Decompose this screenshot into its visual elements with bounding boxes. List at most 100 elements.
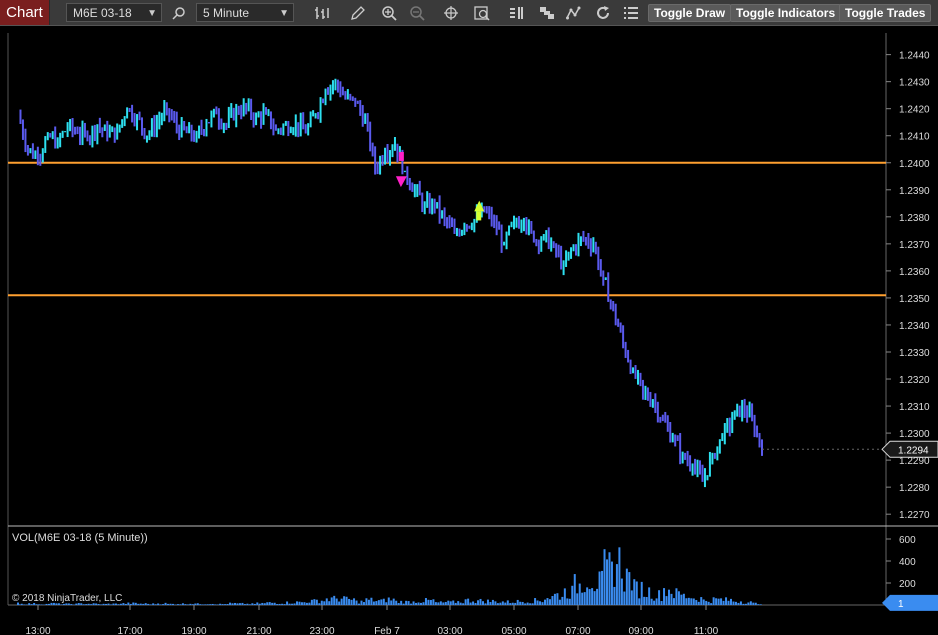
volume-bar	[717, 598, 720, 605]
strategies-icon[interactable]	[565, 4, 583, 22]
instrument-value: M6E 03-18	[73, 6, 132, 20]
volume-bar	[221, 604, 224, 605]
volume-bar	[216, 604, 219, 605]
volume-bar	[444, 601, 447, 605]
volume-bar	[511, 602, 514, 605]
volume-bar	[705, 600, 708, 605]
chart-trader-icon[interactable]	[508, 4, 526, 22]
volume-bar	[129, 603, 132, 605]
volume-bar	[234, 602, 236, 605]
volume-bar	[375, 601, 378, 605]
volume-bar	[377, 600, 380, 605]
time-axis[interactable]: 13:00 17:00 19:00 21:00 23:00 Feb 7 03:00 05:00…	[25, 605, 719, 635]
volume-bar	[615, 564, 618, 605]
interval-selector[interactable]: 5 Minute ▼	[196, 3, 294, 22]
volume-bar	[248, 604, 251, 605]
volume-bar	[606, 559, 608, 605]
crosshair-icon[interactable]	[442, 4, 460, 22]
volume-bar	[707, 601, 710, 605]
volume-bar	[623, 591, 626, 605]
volume-bar	[601, 570, 604, 605]
volume-bar	[710, 603, 713, 605]
chart-tab[interactable]: Chart	[0, 0, 50, 25]
zoom-in-icon[interactable]	[380, 4, 398, 22]
volume-bar	[578, 583, 581, 605]
volume-bar	[97, 603, 100, 605]
volume-tick-label: 400	[899, 557, 916, 568]
volume-bar	[298, 601, 301, 605]
volume-bar	[437, 602, 440, 605]
volume-bar	[147, 603, 150, 605]
volume-bar	[749, 601, 752, 605]
volume-bar	[345, 596, 348, 605]
volume-bar	[593, 591, 596, 605]
volume-bar	[568, 598, 571, 605]
volume-bar	[358, 603, 360, 605]
volume-bar	[603, 549, 606, 605]
volume-bar	[563, 588, 566, 605]
volume-bar	[422, 602, 425, 605]
sell-signal-marker	[398, 151, 404, 161]
toggle-trades-button[interactable]: Toggle Trades	[839, 4, 932, 22]
volume-bar	[181, 603, 184, 605]
volume-bar	[367, 599, 370, 605]
volume-bar	[179, 604, 182, 605]
volume-axis: 600 400 200 1	[882, 535, 938, 611]
instrument-selector[interactable]: M6E 03-18 ▼	[66, 3, 162, 22]
volume-bar	[281, 603, 284, 605]
volume-tick-label: 200	[899, 579, 916, 590]
volume-bar	[355, 600, 358, 605]
volume-bar	[137, 603, 140, 605]
volume-bar	[310, 599, 313, 605]
volume-bar	[561, 596, 564, 605]
volume-bar	[687, 597, 690, 605]
volume-bar	[620, 578, 623, 605]
pencil-draw-icon[interactable]	[349, 4, 367, 22]
volume-bar	[526, 602, 529, 605]
chevron-down-icon: ▼	[279, 8, 289, 19]
price-tick-label: 1.2370	[899, 240, 930, 251]
volume-bar	[650, 598, 653, 605]
time-tick-label: 05:00	[501, 626, 526, 635]
volume-bar	[439, 601, 442, 605]
copyright-watermark: © 2018 NinjaTrader, LLC	[12, 593, 123, 604]
volume-bar	[201, 604, 204, 605]
toggle-draw-button[interactable]: Toggle Draw	[648, 4, 732, 22]
zoom-out-icon[interactable]	[408, 4, 426, 22]
volume-bar	[700, 597, 703, 605]
volume-bar	[727, 600, 730, 605]
data-box-icon[interactable]	[473, 4, 491, 22]
volume-bar	[365, 598, 368, 605]
toggle-indicators-button[interactable]: Toggle Indicators	[730, 4, 842, 22]
volume-bar	[372, 601, 375, 605]
search-icon[interactable]	[170, 4, 188, 22]
price-tick-label: 1.2440	[899, 51, 930, 62]
menu-list-icon[interactable]	[622, 4, 640, 22]
volume-bar	[635, 581, 638, 605]
horizontal-lines[interactable]	[8, 161, 886, 297]
volume-bar	[300, 602, 303, 605]
volume-bar	[330, 597, 333, 605]
volume-bar	[25, 604, 28, 605]
time-tick-label: 13:00	[25, 626, 50, 635]
price-tick-label: 1.2350	[899, 294, 930, 305]
volume-bar	[670, 593, 673, 605]
volume-bar	[286, 601, 289, 605]
time-tick-label: 09:00	[628, 626, 653, 635]
volume-bar	[628, 572, 631, 605]
volume-bar	[402, 603, 405, 605]
volume-bar	[102, 603, 105, 605]
volume-bar	[556, 593, 559, 605]
bar-type-icon[interactable]	[313, 4, 331, 22]
volume-bar	[752, 602, 755, 605]
price-axis[interactable]: 1.2440 1.2430 1.2420 1.2410 1.2400 1.2390 1.23…	[762, 51, 938, 522]
volume-bar	[392, 598, 395, 605]
volume-bar	[241, 602, 244, 605]
volume-bar	[38, 604, 41, 605]
time-tick-label: Feb 7	[374, 626, 400, 635]
volume-bar	[442, 602, 445, 605]
volume-bar	[176, 604, 179, 605]
refresh-icon[interactable]	[594, 4, 612, 22]
volume-bar	[323, 601, 326, 605]
properties-icon[interactable]	[538, 4, 556, 22]
